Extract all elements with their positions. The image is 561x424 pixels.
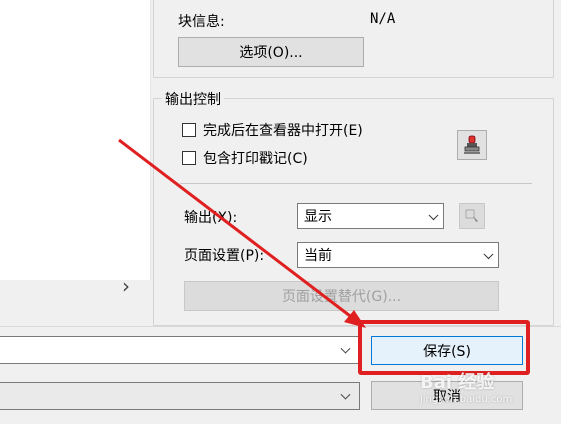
watermark-text: Bai 经验 — [420, 372, 495, 393]
watermark: Bai 经验 jingyan.baidu.com — [420, 368, 512, 405]
red-arrow-annotation — [118, 138, 366, 328]
watermark-subtext: jingyan.baidu.com — [420, 394, 513, 405]
